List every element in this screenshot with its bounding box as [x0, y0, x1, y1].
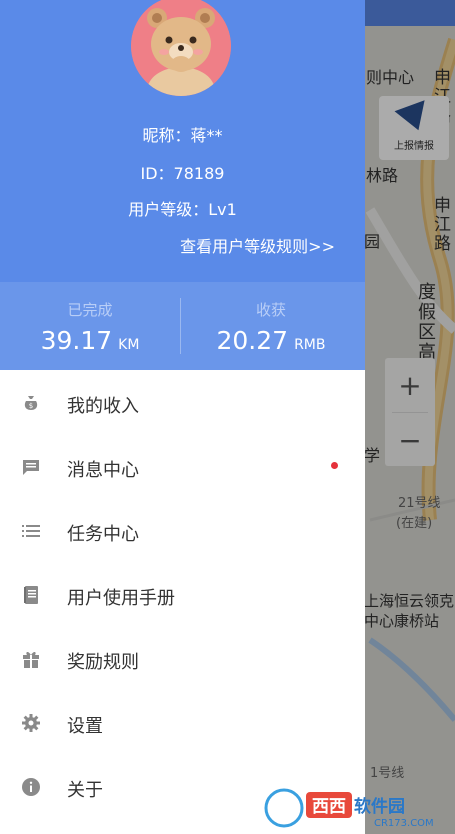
unread-dot — [331, 462, 338, 469]
level-rules-link[interactable]: 查看用户等级规则>> — [0, 233, 335, 257]
menu-item-label: 关于 — [67, 780, 103, 801]
gift-icon — [23, 651, 39, 668]
stat-earned-unit: RMB — [294, 337, 326, 353]
menu-item-settings[interactable]: 设置 — [0, 690, 365, 754]
menu-item-manual[interactable]: 用户使用手册 — [0, 562, 365, 626]
profile-header: 昵称：蒋** ID：78189 用户等级：Lv1 查看用户等级规则>> 已完成 … — [0, 0, 365, 370]
stat-earned-value: 20.27 — [216, 326, 289, 355]
svg-text:$: $ — [29, 402, 33, 410]
svg-text:CR173.COM: CR173.COM — [374, 818, 434, 829]
menu-item-messages[interactable]: 消息中心 — [0, 434, 365, 498]
svg-text:软件园: 软件园 — [354, 796, 405, 817]
menu-item-tasks[interactable]: 任务中心 — [0, 498, 365, 562]
money-bag-icon: $ — [24, 396, 38, 410]
stat-completed-label: 已完成 — [67, 301, 113, 319]
menu-item-label: 用户使用手册 — [67, 588, 175, 609]
menu-item-label: 消息中心 — [67, 460, 139, 481]
stat-completed-unit: KM — [118, 337, 140, 353]
stat-completed: 已完成 39.17 KM — [0, 282, 180, 370]
list-icon — [22, 525, 40, 537]
manual-icon — [24, 586, 38, 604]
stat-completed-value: 39.17 — [40, 326, 113, 355]
user-id: ID：78189 — [140, 164, 225, 183]
drawer-menu: $ 我的收入 消息中心 任务中心 用户使用手册 奖励规则 设置 关于 — [0, 370, 365, 818]
stats-panel: 已完成 39.17 KM 收获 20.27 RMB — [0, 282, 365, 370]
bear-avatar-icon — [131, 0, 231, 96]
stat-earned: 收获 20.27 RMB — [181, 282, 361, 370]
map-top-bar — [365, 0, 455, 26]
info-icon — [22, 778, 40, 796]
side-drawer: 昵称：蒋** ID：78189 用户等级：Lv1 查看用户等级规则>> 已完成 … — [0, 0, 365, 834]
menu-item-label: 我的收入 — [67, 396, 139, 417]
avatar[interactable] — [131, 0, 231, 96]
menu-item-income[interactable]: $ 我的收入 — [0, 370, 365, 434]
menu-item-label: 任务中心 — [67, 524, 139, 545]
menu-item-label: 奖励规则 — [67, 652, 139, 673]
nickname: 昵称：蒋** — [142, 126, 223, 145]
menu-item-rewards[interactable]: 奖励规则 — [0, 626, 365, 690]
user-level: 用户等级：Lv1 — [128, 200, 237, 219]
stat-earned-label: 收获 — [255, 301, 286, 319]
gear-icon — [22, 714, 40, 732]
menu-item-label: 设置 — [67, 716, 103, 737]
watermark-logo: 西西 软件园 CR173.COM — [263, 787, 434, 829]
svg-text:西西: 西西 — [312, 797, 346, 817]
message-icon — [23, 460, 39, 475]
